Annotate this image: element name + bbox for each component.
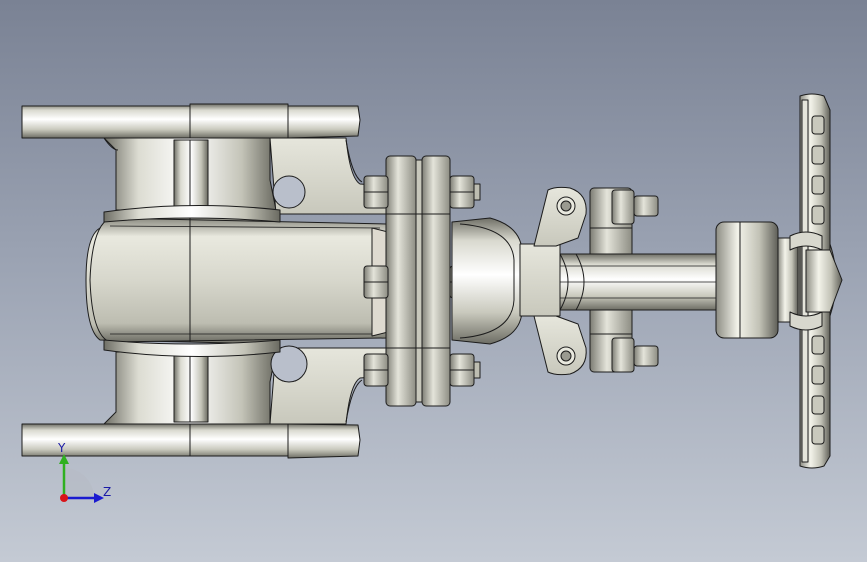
pipe-neck-top — [103, 137, 277, 211]
valve-model: Y Z — [21, 93, 843, 503]
triad-z-label: Z — [103, 485, 111, 499]
triad-x-dot — [60, 494, 68, 502]
valve-body — [85, 204, 389, 358]
pipe-flange-top — [21, 103, 361, 139]
bonnet-dome — [451, 217, 523, 345]
cad-viewport[interactable]: Y Z — [0, 0, 867, 562]
bonnet-flange — [385, 155, 451, 407]
triad-y-label: Y — [57, 441, 66, 455]
triad-quadrant — [64, 468, 94, 498]
pipe-flange-bottom — [21, 423, 361, 459]
pipe-neck-bottom — [103, 351, 277, 425]
